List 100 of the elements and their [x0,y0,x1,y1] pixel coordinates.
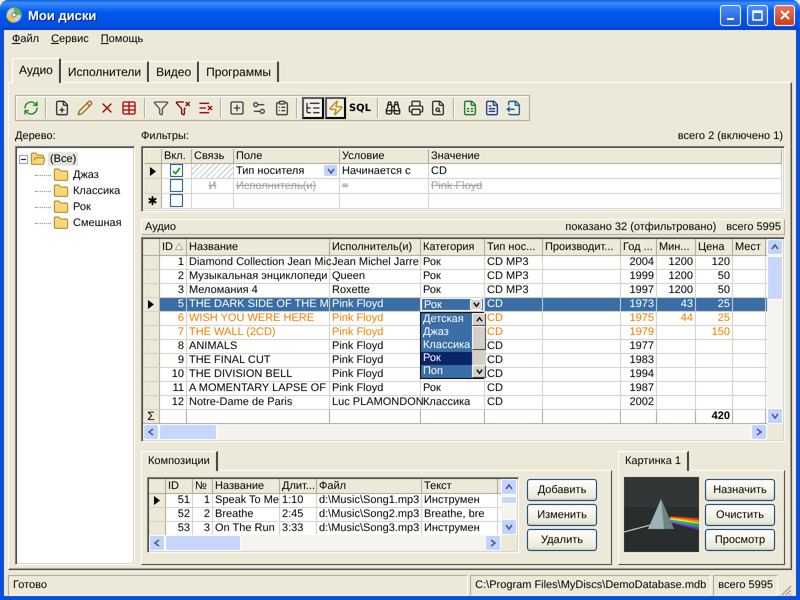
column-header[interactable]: Условие [340,149,429,163]
checkbox[interactable] [170,164,183,177]
row-header-cell[interactable] [143,270,160,283]
collapse-icon[interactable] [19,154,28,164]
tab[interactable]: Аудио [12,58,61,83]
column-header[interactable]: Файл [317,479,422,493]
checkbox[interactable] [170,194,183,207]
close-button[interactable] [774,4,795,26]
table-row[interactable]: 2 Музыкальная энциклопеди Queen Рок CD MP3 1999 1200 50 [143,270,767,284]
column-header[interactable]: Поле [234,149,340,163]
sql-button[interactable]: SQL [347,97,373,119]
scroll-right-button[interactable] [751,424,767,440]
row-header-cell[interactable] [143,256,160,269]
scrollbar-thumb[interactable] [767,256,783,300]
scroll-up-button[interactable] [501,479,517,495]
lightning-button[interactable] [324,97,346,119]
column-header[interactable]: Производит... [543,239,621,255]
scrollbar[interactable] [472,313,486,378]
tree-item[interactable]: Рок [71,200,93,214]
action-button[interactable]: Изменить [527,504,597,526]
scroll-left-button[interactable] [143,424,159,440]
row-header-cell[interactable] [143,368,160,381]
scroll-right-button[interactable] [485,535,501,551]
row-header-cell[interactable] [149,494,166,507]
table-row[interactable]: 1 Diamond Collection Jean MicJean Michel Jarre Рок CD MP3 2004 1200 120 [143,256,767,270]
scrollbar-thumb[interactable] [501,496,517,504]
tree-item[interactable]: Классика [71,184,122,198]
scrollbar-thumb[interactable] [159,424,217,440]
scroll-down-button[interactable] [472,365,486,378]
tab[interactable]: Исполнители [60,61,150,82]
dropdown-option[interactable]: Джаз [421,326,472,339]
table-row[interactable]: 52 2 Breathe 2:45 d:\Music\Song2.mp3 Breathe, bre [149,508,501,522]
column-header[interactable]: Цена [696,239,733,255]
column-header[interactable]: Значение [429,149,782,163]
column-header[interactable]: Категория [421,239,485,255]
row-header-cell[interactable] [143,396,160,409]
scrollbar-thumb[interactable] [472,326,486,350]
column-header[interactable]: ID [160,239,187,255]
resize-grip-icon[interactable] [780,584,792,596]
scrollbar[interactable] [143,424,767,440]
table-cell[interactable]: Тип носителя [234,164,340,178]
action-button[interactable]: Назначить [705,479,775,501]
column-header[interactable]: Вкл. [162,149,192,163]
row-header-cell[interactable] [143,326,160,339]
dropdown-button[interactable] [323,164,338,177]
action-button[interactable]: Удалить [527,529,597,551]
row-header-cell[interactable]: ✱ [144,194,162,208]
column-header[interactable]: Длит... [280,479,317,493]
menu-item[interactable]: Сервис [51,33,89,45]
tree-item[interactable]: (Все) [48,152,78,166]
table-row[interactable]: 51 1 Speak To Me 1:10 d:\Music\Song1.mp3 Инструмен [149,494,501,508]
picture-tab[interactable]: Картинка 1 [618,451,690,471]
menu-item[interactable]: Файл [12,33,40,45]
row-header-cell[interactable] [143,298,160,311]
tab[interactable]: Видео [149,61,200,82]
row-header-cell[interactable] [149,508,166,521]
column-header[interactable]: Текст [422,479,498,493]
dropdown-option[interactable]: Поп [421,365,472,378]
table-row[interactable]: 11 A MOMENTARY LAPSE OF Pink Floyd Рок CD 1987 [143,382,767,396]
tree-item[interactable]: Джаз [71,168,101,182]
scroll-down-button[interactable] [501,519,517,535]
column-header[interactable]: Название [187,239,330,255]
column-header[interactable]: Название [213,479,280,493]
table-row[interactable]: Тип носителя Начинается с CD [144,164,782,179]
menu-item[interactable]: Помощь [100,33,144,45]
scrollbar[interactable] [149,535,501,551]
column-header[interactable]: Год ... [621,239,657,255]
tab[interactable]: Программы [199,61,279,82]
row-header-cell[interactable]: Σ [143,410,160,423]
checkbox[interactable] [170,179,183,192]
column-header[interactable]: Мест [733,239,766,255]
scrollbar[interactable] [767,239,783,424]
action-button[interactable]: Очистить [705,504,775,526]
tree-item[interactable]: Смешная [71,216,124,230]
scroll-left-button[interactable] [149,535,165,551]
dropdown-button[interactable] [470,299,482,310]
dropdown-option[interactable]: Детская [421,313,472,326]
action-button[interactable]: Добавить [527,479,597,501]
scroll-up-button[interactable] [472,313,486,326]
scroll-up-button[interactable] [767,239,783,255]
column-header[interactable]: Исполнитель(и) [330,239,421,255]
column-header[interactable]: № [193,479,213,493]
scrollbar[interactable] [501,479,517,535]
row-header-cell[interactable] [149,522,166,535]
table-row[interactable]: ✱ [144,194,782,209]
minimize-button[interactable] [720,4,741,26]
row-header-cell[interactable] [143,312,160,325]
row-header-cell[interactable] [143,284,160,297]
tree-list-button[interactable] [302,97,324,119]
row-header-cell[interactable] [143,354,160,367]
row-header-cell[interactable] [144,164,162,178]
action-button[interactable]: Просмотр [705,529,775,551]
dropdown-option[interactable]: Рок [421,352,472,365]
row-header-cell[interactable] [143,340,160,353]
dropdown-option[interactable]: Классика [421,339,472,352]
row-header-cell[interactable] [143,382,160,395]
category-dropdown[interactable]: Рок [421,298,484,311]
column-header[interactable]: ID [166,479,193,493]
column-header[interactable]: Тип нос... [485,239,543,255]
column-header[interactable]: Мин... [657,239,696,255]
